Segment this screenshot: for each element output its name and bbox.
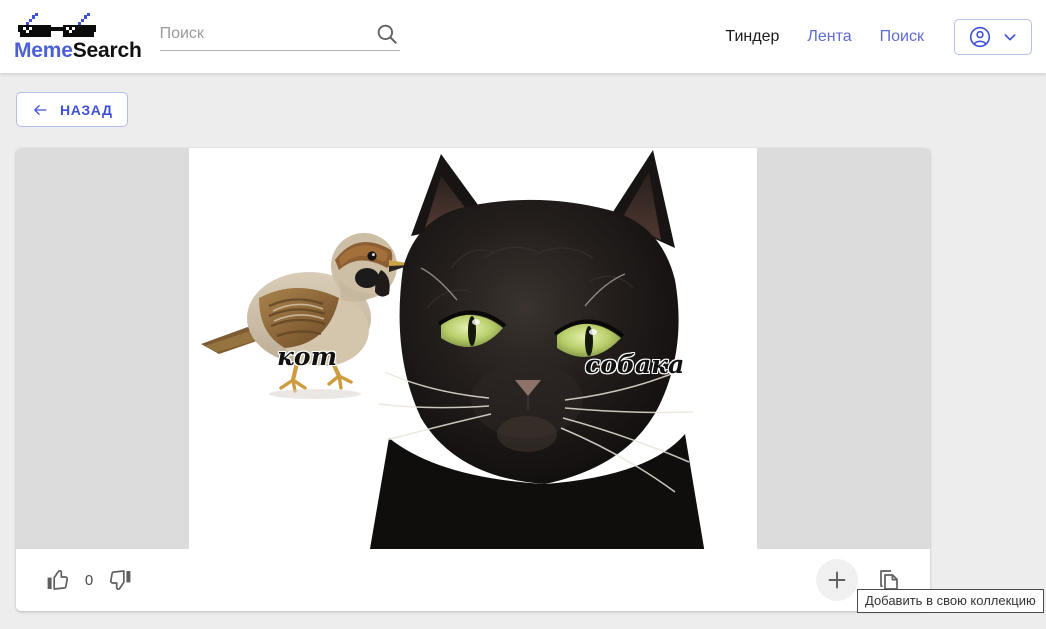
nav-link-feed[interactable]: Лента [793,22,865,52]
nav-link-tinder[interactable]: Тиндер [711,22,793,52]
main-nav: Тиндер Лента Поиск [711,19,1032,55]
back-button-label: НАЗАД [60,102,113,118]
meme-artwork [189,148,757,549]
brand-text: MemeSearch [14,40,142,61]
app-header: MemeSearch Тиндер Лента Поиск [0,0,1046,73]
collection-tooltip: Добавить в свою коллекцию [857,589,1044,613]
dislike-button[interactable] [104,563,138,597]
meme-label-right: собака [585,350,684,379]
search-button[interactable] [374,21,400,47]
vote-group: 0 [40,563,138,597]
brand-text-search: Search [73,39,142,62]
meme-label-left: кот [277,342,337,371]
vote-count: 0 [82,572,96,589]
add-button[interactable] [816,559,858,601]
meme-card: кот собака или нет...... 0 [16,148,930,611]
card-action-bar: 0 [16,549,930,611]
nav-link-search[interactable]: Поиск [866,22,938,52]
search-field[interactable] [160,23,400,51]
brand-text-meme: Meme [14,39,73,62]
meme-image[interactable]: кот собака или нет...... [189,148,757,549]
search-input[interactable] [160,23,355,45]
thumb-down-icon [109,568,133,592]
account-circle-icon [968,25,992,49]
plus-icon [825,568,849,592]
brand-logo[interactable]: MemeSearch [14,13,142,61]
chevron-down-icon [1002,29,1018,45]
search-icon [374,21,400,47]
back-button[interactable]: НАЗАД [16,92,128,127]
account-menu-button[interactable] [954,19,1032,55]
meme-media-area: кот собака или нет...... [16,148,930,549]
thumb-up-icon [45,568,69,592]
like-button[interactable] [40,563,74,597]
thug-life-sunglasses-icon [18,13,96,39]
arrow-left-icon [31,102,50,118]
